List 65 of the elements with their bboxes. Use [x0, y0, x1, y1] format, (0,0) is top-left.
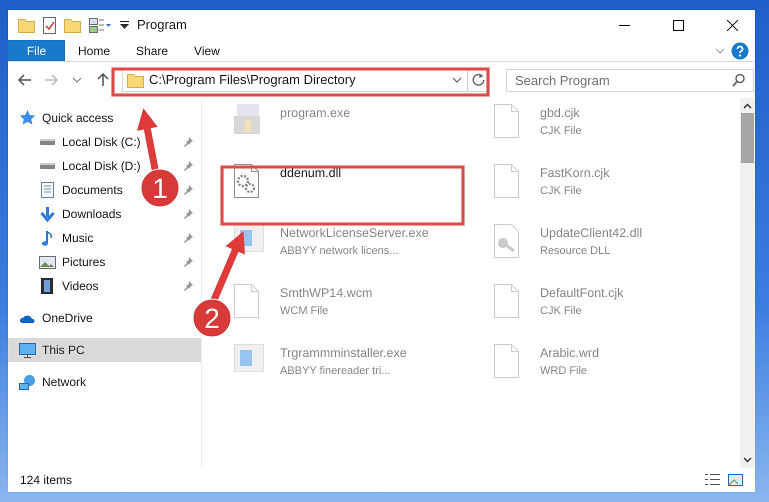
minimize-icon: [618, 24, 630, 26]
details-view-icon[interactable]: [705, 474, 720, 485]
properties-icon[interactable]: [43, 16, 56, 34]
address-path[interactable]: C:\Program Files\Program Directory: [149, 70, 356, 90]
sidebar-item[interactable]: Local Disk (C:): [8, 130, 145, 154]
file-icon: [494, 344, 520, 378]
sidebar-item[interactable]: Local Disk (D:): [8, 154, 145, 178]
help-icon[interactable]: [731, 42, 749, 60]
address-bar[interactable]: C:\Program Files\Program Directory: [122, 68, 490, 92]
application-icon: [234, 224, 264, 252]
sidebar-item[interactable]: Pictures: [8, 250, 110, 274]
sidebar-item[interactable]: Quick access: [8, 106, 118, 130]
forward-icon: [43, 72, 59, 88]
program-icon: [234, 104, 260, 134]
file-icon: [234, 284, 260, 318]
documents-icon: [40, 182, 54, 198]
folder-icon: [127, 72, 144, 88]
expand-ribbon-icon[interactable]: [715, 48, 725, 54]
gears-file-icon: [234, 164, 260, 198]
close-icon: [726, 20, 738, 30]
ribbon-tab[interactable]: Home: [65, 40, 124, 61]
star-icon: [18, 110, 36, 126]
up-icon: [95, 72, 111, 88]
file-icon: [494, 164, 520, 198]
ribbon-tab[interactable]: File: [8, 40, 65, 61]
back-icon: [17, 72, 33, 88]
sidebar-item[interactable]: Documents: [8, 178, 127, 202]
scroll-up-icon[interactable]: [743, 103, 752, 109]
item-count: 124 items: [20, 472, 72, 489]
window-title: Program: [137, 16, 187, 34]
arrow: [210, 231, 245, 302]
cloud-icon: [20, 314, 34, 322]
search-field[interactable]: Search Program: [506, 68, 754, 92]
scroll-down-icon[interactable]: [743, 457, 752, 463]
sidebar-item[interactable]: Music: [8, 226, 98, 250]
pictures-icon: [38, 256, 56, 268]
network-icon: [19, 374, 35, 390]
sidebar-item[interactable]: OneDrive: [8, 306, 97, 330]
sidebar-item[interactable]: This PC: [8, 338, 201, 362]
scrollbar-thumb[interactable]: [741, 113, 754, 163]
downloads-icon: [40, 206, 54, 222]
music-icon: [42, 230, 52, 246]
ribbon-tab[interactable]: Share: [123, 40, 182, 61]
file-icon: [494, 104, 520, 138]
pc-icon: [18, 342, 36, 358]
sidebar-item[interactable]: Videos: [8, 274, 102, 298]
step-badge: [140, 168, 180, 208]
customize-caret-icon[interactable]: [120, 21, 129, 29]
ribbon-tab[interactable]: View: [181, 40, 233, 61]
drive-icon: [40, 163, 54, 169]
application-icon: [234, 344, 264, 372]
resource-file-icon: [494, 224, 520, 258]
sidebar-item[interactable]: Downloads: [8, 202, 126, 226]
step-badge: [192, 298, 232, 338]
step-number: 2: [204, 303, 220, 334]
videos-icon: [41, 278, 53, 294]
file-item[interactable]: ddenum.dll: [280, 164, 342, 183]
drive-icon: [40, 139, 54, 145]
step-number: 1: [152, 173, 168, 204]
maximize-icon: [672, 20, 684, 30]
view-dropdown-icon[interactable]: [89, 18, 112, 32]
sidebar-item[interactable]: Network: [8, 370, 90, 394]
large-icons-view-icon[interactable]: [728, 474, 743, 486]
dropdown-caret-icon[interactable]: [452, 77, 462, 83]
file-icon: [494, 284, 520, 318]
